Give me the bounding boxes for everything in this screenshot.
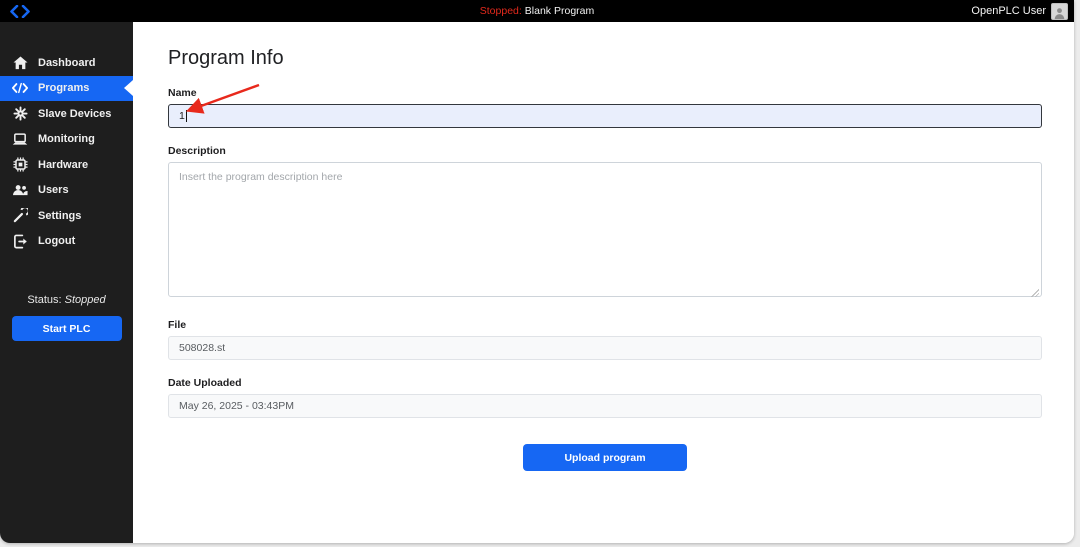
- plc-status-value: Stopped: [64, 294, 106, 306]
- sidebar-item-label: Logout: [38, 235, 76, 248]
- name-input-value: 1: [179, 110, 185, 122]
- name-input[interactable]: 1: [168, 104, 1042, 128]
- file-input: 508028.st: [168, 336, 1042, 360]
- sidebar: Dashboard Programs Slave Devices Monitor…: [0, 22, 133, 543]
- plc-status-state: Stopped:: [479, 5, 522, 17]
- sidebar-item-label: Slave Devices: [38, 107, 112, 120]
- plc-status-text: Status: Stopped: [27, 294, 106, 306]
- page-title: Program Info: [168, 47, 284, 69]
- sidebar-item-logout[interactable]: Logout: [0, 229, 133, 255]
- date-uploaded-input: May 26, 2025 - 03:43PM: [168, 394, 1042, 418]
- logout-icon: [12, 233, 28, 249]
- sidebar-item-label: Dashboard: [38, 56, 96, 69]
- sidebar-item-label: Hardware: [38, 158, 89, 171]
- chip-icon: [12, 157, 28, 173]
- main-content: Program Info Name 1 Description File 508…: [133, 22, 1074, 543]
- sidebar-item-dashboard[interactable]: Dashboard: [0, 50, 133, 76]
- sidebar-item-label: Settings: [38, 209, 82, 222]
- description-input[interactable]: [168, 162, 1042, 297]
- sidebar-item-programs[interactable]: Programs: [0, 75, 133, 101]
- spider-icon: [12, 106, 28, 122]
- laptop-icon: [12, 131, 28, 147]
- sidebar-item-label: Monitoring: [38, 133, 95, 146]
- plc-status-program: Blank Program: [524, 5, 595, 17]
- sidebar-item-settings[interactable]: Settings: [0, 203, 133, 229]
- date-uploaded-value: May 26, 2025 - 03:43PM: [179, 400, 294, 412]
- code-icon: [12, 80, 28, 96]
- sidebar-item-slave-devices[interactable]: Slave Devices: [0, 101, 133, 127]
- users-icon: [12, 182, 28, 198]
- name-label: Name: [168, 87, 197, 99]
- sidebar-item-monitoring[interactable]: Monitoring: [0, 127, 133, 153]
- text-cursor: [185, 110, 187, 122]
- start-plc-button[interactable]: Start PLC: [11, 316, 122, 341]
- sidebar-item-users[interactable]: Users: [0, 178, 133, 204]
- sidebar-nav: Dashboard Programs Slave Devices Monitor…: [0, 50, 133, 254]
- sidebar-item-label: Programs: [38, 82, 90, 95]
- plc-status-banner: Stopped: Blank Program: [0, 5, 1074, 17]
- file-input-value: 508028.st: [179, 342, 226, 354]
- wrench-icon: [12, 208, 28, 224]
- home-icon: [12, 55, 28, 71]
- upload-program-button[interactable]: Upload program: [523, 444, 687, 471]
- date-uploaded-label: Date Uploaded: [168, 377, 242, 389]
- file-label: File: [168, 319, 187, 331]
- top-bar: Stopped: Blank Program OpenPLC User: [0, 0, 1074, 22]
- sidebar-item-hardware[interactable]: Hardware: [0, 152, 133, 178]
- app-window: Stopped: Blank Program OpenPLC User Dashb…: [0, 0, 1074, 543]
- description-label: Description: [168, 145, 226, 157]
- sidebar-item-label: Users: [38, 184, 69, 197]
